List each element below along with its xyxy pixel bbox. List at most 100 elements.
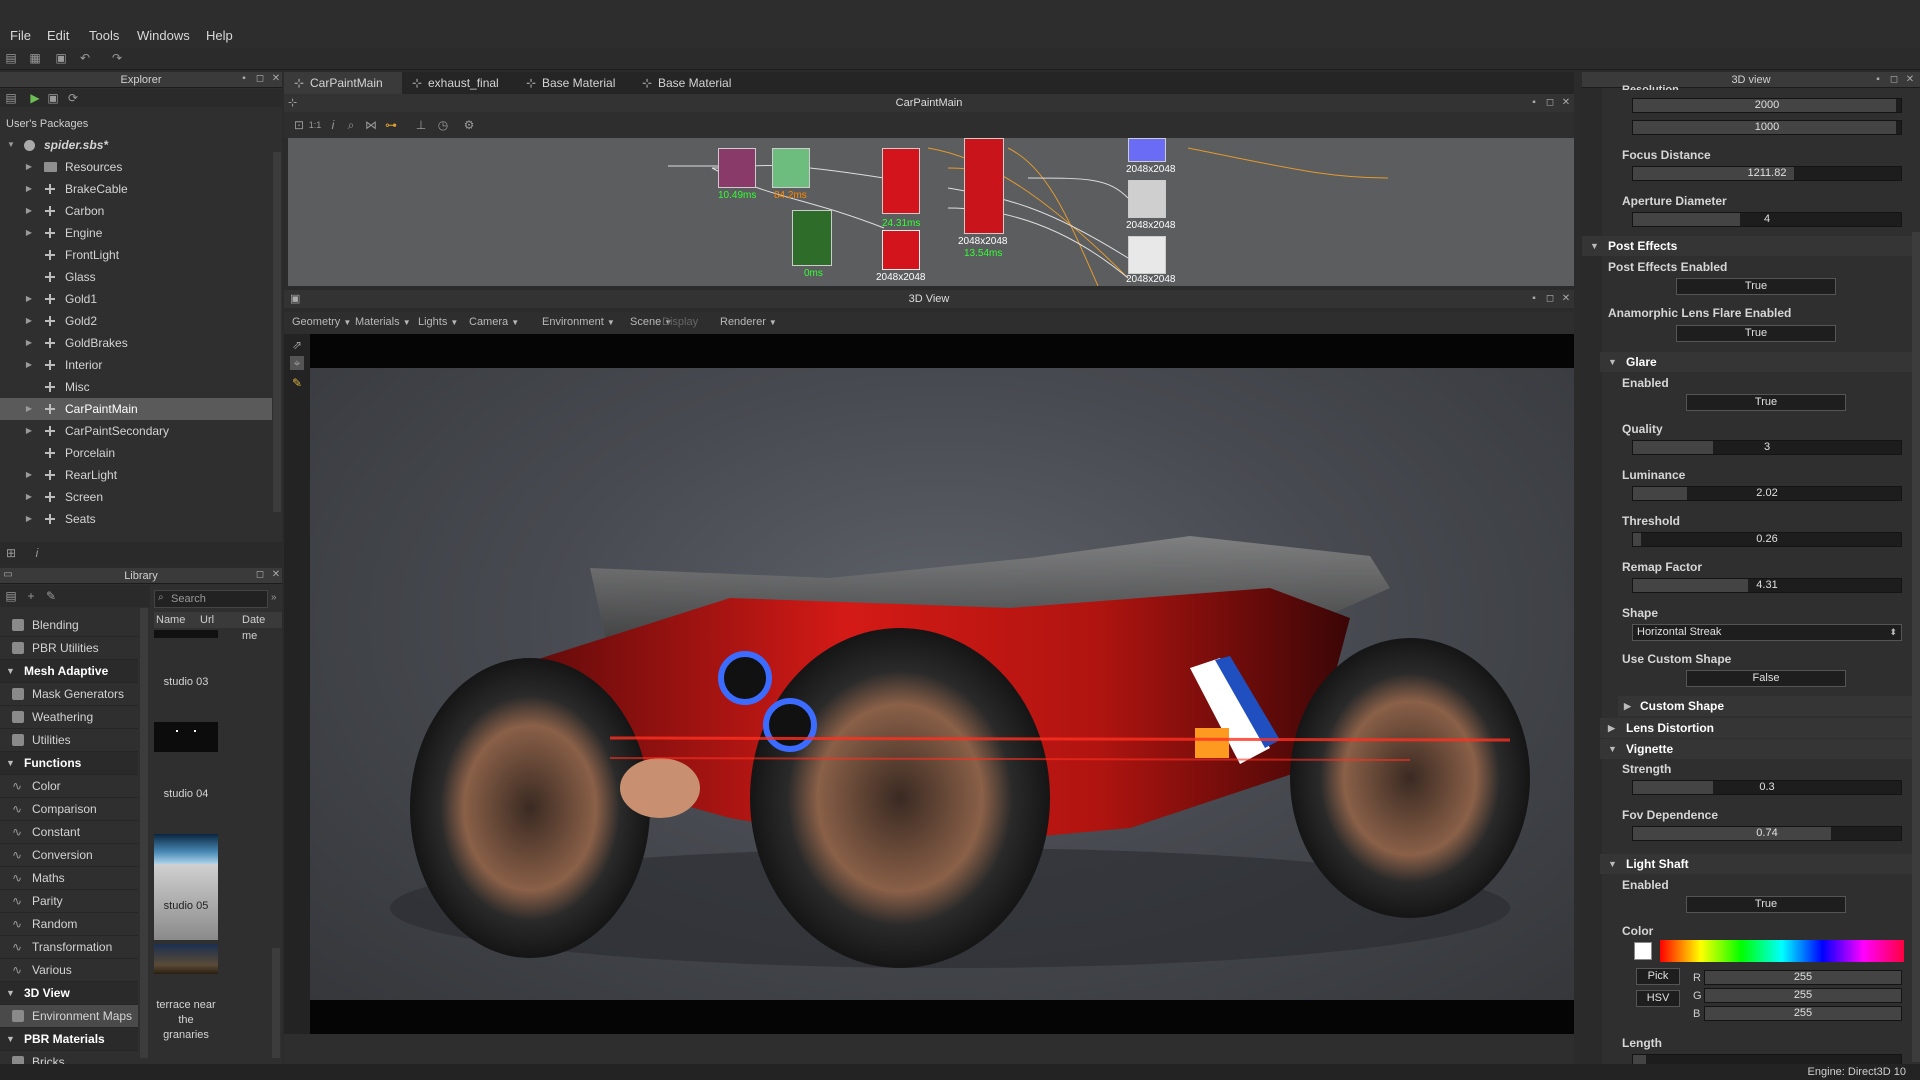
library-random[interactable]: ∿ Random	[0, 913, 138, 936]
zoom-icon[interactable]: ⌕	[344, 118, 358, 132]
view3d-float-icon[interactable]: ◻	[1544, 293, 1556, 305]
tree-item-misc[interactable]: Misc	[0, 376, 272, 398]
expand-arrow-icon[interactable]: ▶	[24, 354, 34, 376]
thumb-sky[interactable]	[154, 834, 218, 864]
timer-icon[interactable]: ◷	[436, 118, 450, 132]
library-search[interactable]: ⌕ Search	[154, 590, 268, 608]
vignette-section[interactable]: ▼ Vignette	[1600, 739, 1912, 759]
settings-icon[interactable]: ⚙	[462, 118, 476, 132]
graph-node-9[interactable]	[1128, 236, 1166, 274]
expand-arrow-icon[interactable]: ▶	[24, 310, 34, 332]
strength-slider[interactable]: 0.3	[1632, 780, 1902, 795]
graph-node-1[interactable]	[718, 148, 756, 188]
tab-carpaintmain[interactable]: ⊹ CarPaintMain	[284, 72, 402, 94]
tree-item-frontlight[interactable]: FrontLight	[0, 244, 272, 266]
thumb-label-studio-05[interactable]: studio 05	[154, 900, 218, 912]
g-slider[interactable]: 255	[1704, 988, 1902, 1003]
float-icon[interactable]: ◻	[254, 73, 266, 85]
library-scrollbar[interactable]	[140, 608, 148, 1058]
view3d-menu-materials[interactable]: Materials ▼	[355, 316, 411, 328]
library-add-icon[interactable]: +	[24, 589, 38, 603]
library-pbr-materials[interactable]: ▼ PBR Materials	[0, 1028, 138, 1051]
post-enabled-toggle[interactable]: True	[1676, 278, 1836, 295]
library-pbr-utilities[interactable]: PBR Utilities	[0, 637, 138, 660]
use-custom-shape-toggle[interactable]: False	[1686, 670, 1846, 687]
graph-info-icon[interactable]: i	[326, 118, 340, 132]
menu-file[interactable]: File	[10, 28, 31, 43]
view3d-menu-display[interactable]: Display	[662, 316, 698, 328]
tree-item-gold1[interactable]: ▶ Gold1	[0, 288, 272, 310]
tree-item-gold2[interactable]: ▶ Gold2	[0, 310, 272, 332]
library-constant[interactable]: ∿ Constant	[0, 821, 138, 844]
pick-button[interactable]: Pick	[1636, 968, 1680, 985]
search-input[interactable]: Search	[171, 593, 206, 605]
tree-item-carbon[interactable]: ▶ Carbon	[0, 200, 272, 222]
props-close-icon[interactable]: ✕	[1904, 74, 1916, 86]
graph-node-4[interactable]	[882, 148, 920, 214]
graph-node-3[interactable]	[792, 210, 832, 266]
fov-slider[interactable]: 0.74	[1632, 826, 1902, 841]
expand-arrow-icon[interactable]: ▶	[24, 508, 34, 530]
thumb-terrace[interactable]	[154, 944, 218, 974]
view3d-menu-renderer[interactable]: Renderer ▼	[720, 316, 777, 328]
expand-arrow-icon[interactable]: ▶	[24, 288, 34, 310]
link-icon[interactable]: ⊶	[384, 118, 398, 132]
tree-item-carpaintsecondary[interactable]: ▶ CarPaintSecondary	[0, 420, 272, 442]
graph-node-7[interactable]	[1128, 138, 1166, 162]
view3d-menu-geometry[interactable]: Geometry ▼	[292, 316, 351, 328]
new-icon[interactable]: ▤	[4, 51, 18, 65]
library-comparison[interactable]: ∿ Comparison	[0, 798, 138, 821]
pin-icon[interactable]: ▪	[238, 73, 250, 85]
expand-arrow-icon[interactable]: ▶	[24, 200, 34, 222]
glare-section[interactable]: ▼ Glare	[1600, 352, 1912, 372]
close-icon[interactable]: ✕	[270, 73, 282, 85]
library-3d-view[interactable]: ▼ 3D View	[0, 982, 138, 1005]
new-graph-icon[interactable]: ▤	[4, 91, 18, 105]
tree-item-glass[interactable]: Glass	[0, 266, 272, 288]
tree-item-interior[interactable]: ▶ Interior	[0, 354, 272, 376]
collapse-icon[interactable]: ▼	[6, 134, 16, 156]
graph-node-2[interactable]	[772, 148, 810, 188]
length-slider[interactable]	[1632, 1054, 1902, 1064]
play-icon[interactable]: ▶	[28, 91, 42, 105]
props-pin-icon[interactable]: ▪	[1872, 74, 1884, 86]
col-url[interactable]: Url	[200, 612, 214, 628]
expand-arrow-icon[interactable]: ▶	[24, 178, 34, 200]
graph-close-icon[interactable]: ✕	[1560, 97, 1572, 109]
redo-icon[interactable]: ↷	[110, 51, 124, 65]
tree-item-rearlight[interactable]: ▶ RearLight	[0, 464, 272, 486]
collapse-icon[interactable]: ▼	[6, 752, 15, 775]
light-shaft-section[interactable]: ▼ Light Shaft	[1600, 854, 1912, 874]
tree-item-porcelain[interactable]: Porcelain	[0, 442, 272, 464]
hue-spectrum[interactable]	[1660, 940, 1904, 962]
properties-scrollbar[interactable]	[1912, 232, 1920, 1062]
view3d-menu-camera[interactable]: Camera ▼	[469, 316, 519, 328]
expand-arrow-icon[interactable]: ▶	[24, 332, 34, 354]
library-mask-generators[interactable]: Mask Generators	[0, 683, 138, 706]
package-row[interactable]: ▼ spider.sbs*	[0, 134, 272, 156]
tree-item-carpaintmain[interactable]: ▶ CarPaintMain	[0, 398, 272, 420]
collapse-icon[interactable]: ▼	[6, 660, 15, 683]
luminance-slider[interactable]: 2.02	[1632, 486, 1902, 501]
thumb-studio-04[interactable]	[154, 722, 218, 752]
open-icon[interactable]: ▦	[28, 51, 42, 65]
library-weathering[interactable]: Weathering	[0, 706, 138, 729]
camera-tool-icon[interactable]: ⌖	[290, 356, 304, 370]
thumb-label-studio-04[interactable]: studio 04	[154, 788, 218, 800]
tab-base-material[interactable]: ⊹ Base Material	[516, 72, 632, 94]
view3d-close-icon[interactable]: ✕	[1560, 293, 1572, 305]
expand-icon[interactable]: »	[271, 592, 277, 603]
thumbs-scrollbar[interactable]	[272, 948, 280, 1058]
b-slider[interactable]: 255	[1704, 1006, 1902, 1021]
tree-item-brakecable[interactable]: ▶ BrakeCable	[0, 178, 272, 200]
lens-distortion-section[interactable]: ▶ Lens Distortion	[1600, 718, 1912, 738]
library-bricks[interactable]: Bricks	[0, 1051, 138, 1064]
tab-base-material[interactable]: ⊹ Base Material	[632, 72, 748, 94]
library-functions[interactable]: ▼ Functions	[0, 752, 138, 775]
expand-arrow-icon[interactable]: ▶	[24, 486, 34, 508]
save-icon[interactable]: ▣	[54, 51, 68, 65]
graph-canvas[interactable]: 10.49ms 84.2ms 0ms 24.31ms 2048x2048 204…	[288, 138, 1574, 286]
custom-shape-section[interactable]: ▶ Custom Shape	[1618, 696, 1912, 716]
tree-item-seats[interactable]: ▶ Seats	[0, 508, 272, 530]
ls-enabled-toggle[interactable]: True	[1686, 896, 1846, 913]
